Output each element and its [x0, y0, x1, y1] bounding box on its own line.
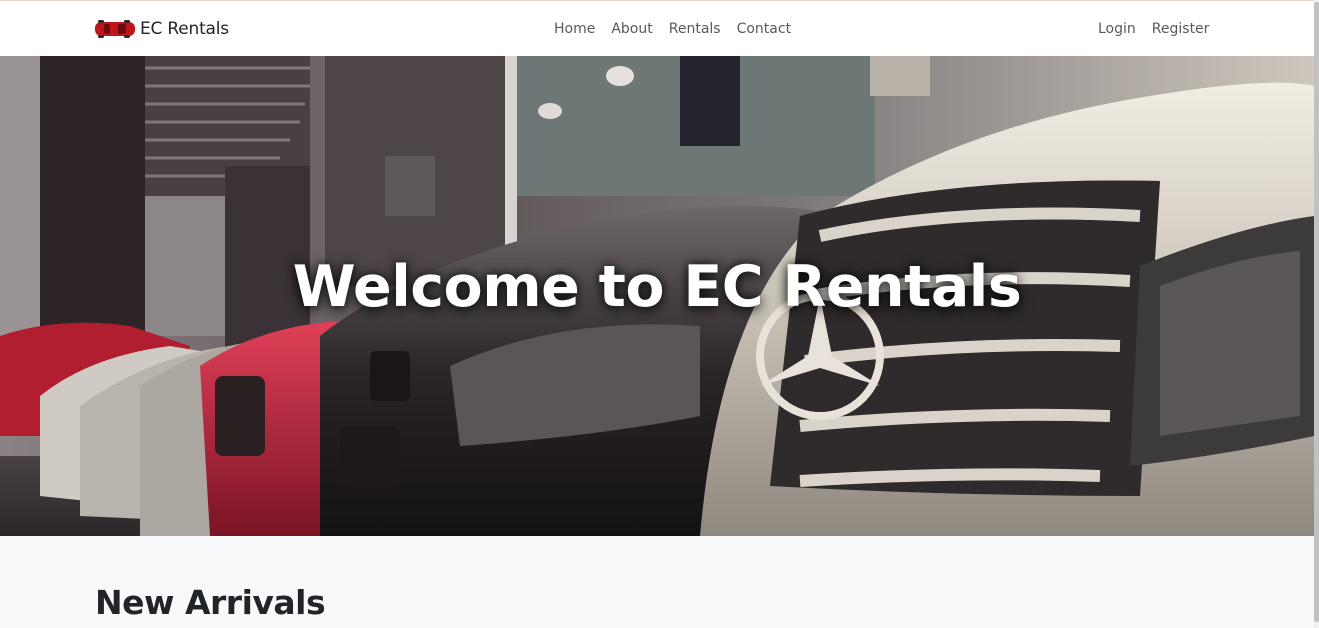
hero-banner: Welcome to EC Rentals: [0, 56, 1314, 536]
login-link[interactable]: Login: [1090, 19, 1144, 39]
register-link[interactable]: Register: [1144, 19, 1218, 39]
nav-rentals-link[interactable]: Rentals: [661, 19, 729, 39]
scrollbar-thumb[interactable]: [1314, 2, 1319, 622]
nav-contact-link[interactable]: Contact: [729, 19, 799, 39]
main-nav: Home About Rentals Contact: [546, 19, 799, 39]
brand-link[interactable]: EC Rentals: [94, 17, 229, 41]
page-scrollbar[interactable]: [1314, 0, 1319, 628]
new-arrivals-heading: New Arrivals: [95, 583, 326, 622]
brand-name: EC Rentals: [140, 19, 229, 39]
hero-title: Welcome to EC Rentals: [292, 254, 1022, 320]
navbar: EC Rentals Home About Rentals Contact Lo…: [0, 0, 1314, 56]
nav-about-link[interactable]: About: [603, 19, 660, 39]
nav-home-link[interactable]: Home: [546, 19, 603, 39]
page: EC Rentals Home About Rentals Contact Lo…: [0, 0, 1314, 628]
red-car-icon: [94, 19, 136, 39]
auth-nav: Login Register: [1090, 19, 1217, 39]
